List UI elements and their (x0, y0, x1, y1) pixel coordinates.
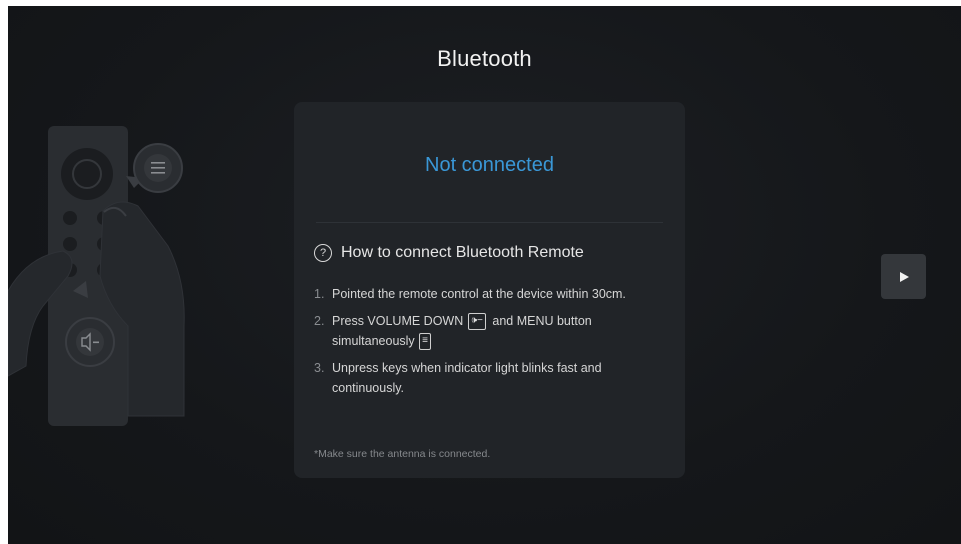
antenna-note: *Make sure the antenna is connected. (314, 448, 491, 460)
howto-title: How to connect Bluetooth Remote (341, 244, 584, 261)
step-number: 2. (314, 314, 325, 328)
divider (316, 222, 663, 223)
tv-screen: Bluetooth Not connected ? How to connect… (8, 6, 961, 544)
step-text: Unpress keys when indicator light blinks… (332, 361, 602, 395)
connection-status: Not connected (425, 154, 554, 176)
menu-key-icon: ≡ (419, 333, 432, 351)
connection-card: Not connected ? How to connect Bluetooth… (294, 102, 685, 478)
volume-down-key-icon: 🕩− (467, 313, 486, 331)
step-1: 1. Pointed the remote control at the dev… (314, 284, 674, 304)
howto-heading: ? How to connect Bluetooth Remote (314, 244, 584, 262)
step-3: 3. Unpress keys when indicator light bli… (314, 358, 674, 398)
step-number: 1. (314, 287, 325, 301)
next-button[interactable] (881, 254, 926, 299)
instruction-steps: 1. Pointed the remote control at the dev… (314, 284, 674, 405)
play-icon (899, 271, 909, 282)
step-text: Pointed the remote control at the device… (332, 287, 626, 301)
step-2-text-a: Press VOLUME DOWN (332, 314, 464, 328)
help-icon: ? (314, 244, 332, 262)
step-number: 3. (314, 361, 325, 375)
step-text: Press VOLUME DOWN 🕩− and MENU button sim… (332, 311, 674, 351)
step-2: 2. Press VOLUME DOWN 🕩− and MENU button … (314, 311, 674, 351)
remote-illustration (8, 126, 185, 426)
page-title: Bluetooth (437, 46, 532, 71)
